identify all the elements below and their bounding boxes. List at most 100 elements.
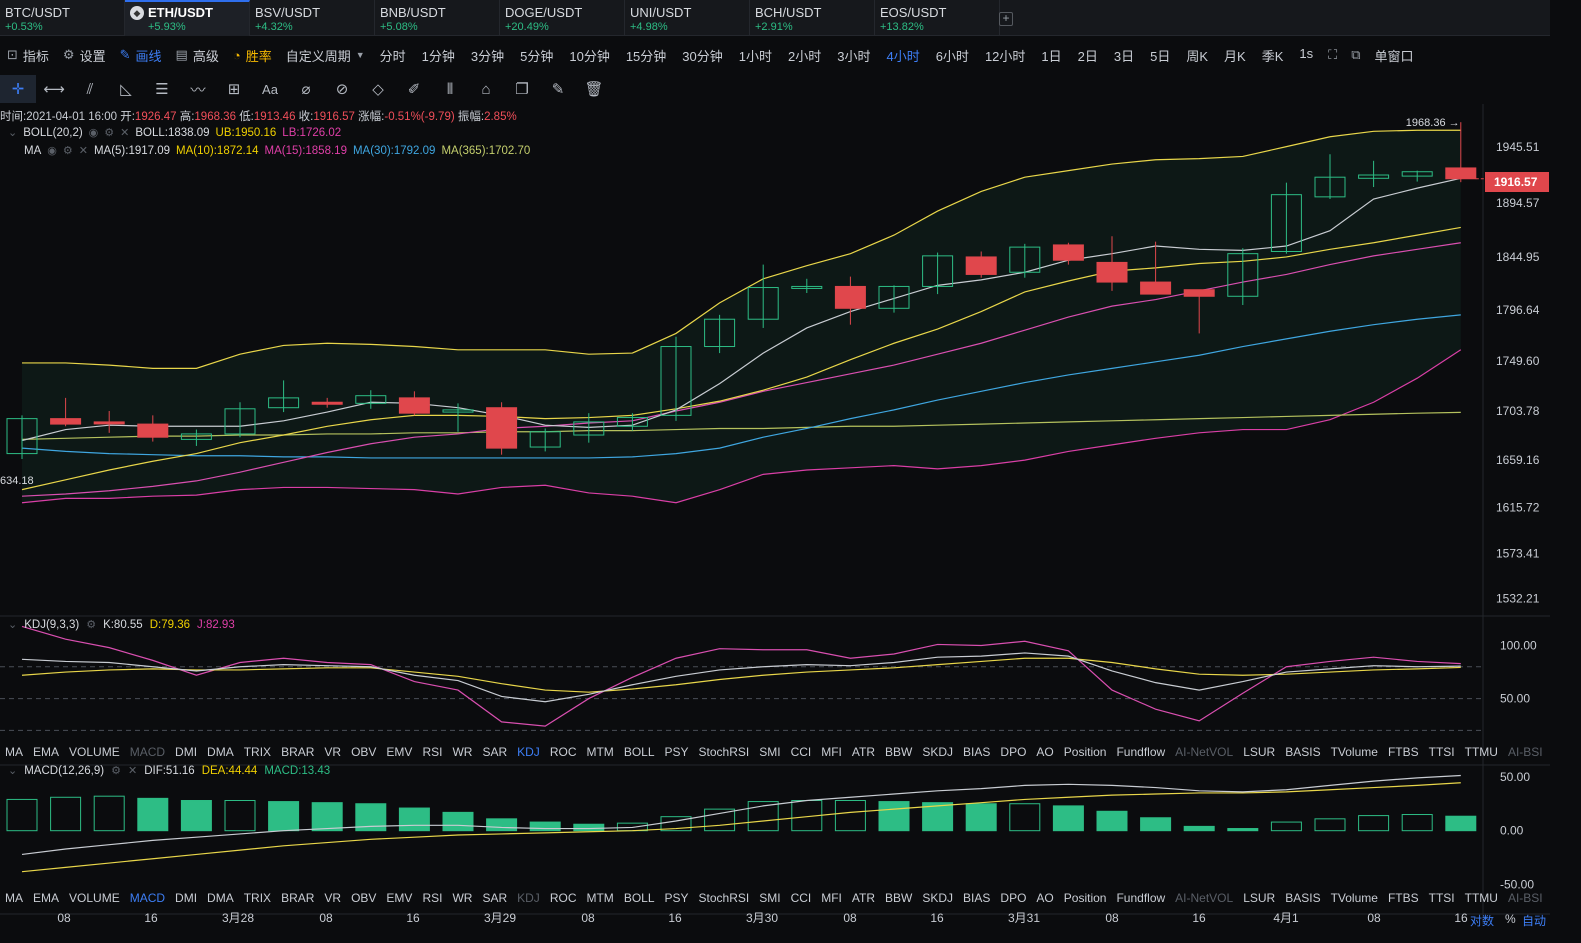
price-chart[interactable]: 1945.51 1894.57 1844.95 1796.64 1749.60 1703.… [0, 104, 1550, 943]
indicator-tab-wr[interactable]: WR [447, 891, 477, 905]
indicator-tab-atr[interactable]: ATR [847, 891, 880, 905]
period-16[interactable]: 5日 [1142, 46, 1178, 65]
indicator-tab-dmi[interactable]: DMI [170, 745, 202, 759]
indicator-tab-smi[interactable]: SMI [754, 891, 785, 905]
indicator-tab-ao[interactable]: AO [1031, 745, 1058, 759]
indicator-tab-ttsi[interactable]: TTSI [1424, 745, 1460, 759]
period-9[interactable]: 3小时 [829, 46, 878, 65]
indicator-tab-ema[interactable]: EMA [28, 891, 64, 905]
settings-icon[interactable]: ⚙ [63, 144, 73, 157]
single-window-dropdown[interactable]: 单窗口 [1368, 38, 1421, 72]
indicator-tab-cci[interactable]: CCI [786, 891, 817, 905]
indicator-tab-roc[interactable]: ROC [545, 745, 582, 759]
indicator-tab-boll[interactable]: BOLL [619, 745, 660, 759]
indicator-tab-position[interactable]: Position [1059, 745, 1112, 759]
indicator-tab-psy[interactable]: PSY [660, 891, 694, 905]
period-12[interactable]: 12小时 [977, 46, 1033, 65]
percent-scale-toggle[interactable]: % [1505, 912, 1516, 926]
period-5[interactable]: 15分钟 [618, 46, 674, 65]
indicator-tab-volume[interactable]: VOLUME [64, 891, 125, 905]
custom-period-dropdown[interactable]: 自定义周期 ▼ [279, 38, 372, 72]
ticker-tab-eth[interactable]: ◆ ETH/USDT +5.93% [125, 0, 250, 36]
indicator-tab-ma[interactable]: MA [0, 891, 28, 905]
indicator-tab-skdj[interactable]: SKDJ [917, 891, 958, 905]
draw-button[interactable]: ✎ 画线 [113, 38, 169, 72]
close-icon[interactable]: ✕ [128, 764, 137, 777]
candles-icon[interactable]: ⫴ [432, 75, 468, 103]
indicator-tab-ftbs[interactable]: FTBS [1383, 745, 1424, 759]
indicators-button[interactable]: ⊡ 指标 [0, 38, 56, 72]
period-2[interactable]: 3分钟 [463, 46, 512, 65]
indicator-tab-stochrsi[interactable]: StochRSI [694, 891, 755, 905]
indicator-tab-ai-netvol[interactable]: AI-NetVOL [1170, 891, 1238, 905]
period-7[interactable]: 1小时 [731, 46, 780, 65]
period-13[interactable]: 1日 [1033, 46, 1069, 65]
winrate-button[interactable]: ◔ 胜率 [226, 38, 279, 72]
indicator-tab-fundflow[interactable]: Fundflow [1111, 891, 1170, 905]
indicator-tab-psy[interactable]: PSY [660, 745, 694, 759]
period-14[interactable]: 2日 [1070, 46, 1106, 65]
hide-drawings-icon[interactable]: ⊘ [324, 75, 360, 103]
indicator-tab-trix[interactable]: TRIX [239, 891, 276, 905]
brush-icon[interactable]: ⌀ [288, 75, 324, 103]
settings-icon[interactable]: ⚙ [111, 764, 121, 777]
horizontal-line-icon[interactable]: ⟷ [36, 75, 72, 103]
indicator-tab-atr[interactable]: ATR [847, 745, 880, 759]
indicator-tab-bbw[interactable]: BBW [880, 891, 917, 905]
indicator-tab-volume[interactable]: VOLUME [64, 745, 125, 759]
indicator-tab-dma[interactable]: DMA [202, 891, 239, 905]
crosshair-icon[interactable]: ✛ [0, 75, 36, 103]
parallel-lines-icon[interactable]: ☰ [144, 75, 180, 103]
indicator-tab-dma[interactable]: DMA [202, 745, 239, 759]
indicator-tab-brar[interactable]: BRAR [276, 891, 319, 905]
indicator-tab-vr[interactable]: VR [319, 745, 346, 759]
indicator-tab-ai-bsi[interactable]: AI-BSI [1503, 745, 1548, 759]
period-17[interactable]: 周K [1178, 46, 1216, 65]
indicator-tab-basis[interactable]: BASIS [1280, 745, 1325, 759]
fullscreen-button[interactable]: ⛶ [1321, 38, 1344, 72]
indicator-tab-bias[interactable]: BIAS [958, 891, 995, 905]
settings-button[interactable]: ⚙ 设置 [56, 38, 113, 72]
eye-icon[interactable]: ◉ [89, 126, 99, 139]
indicator-tab-kdj[interactable]: KDJ [512, 745, 545, 759]
indicator-tab-stochrsi[interactable]: StochRSI [694, 745, 755, 759]
indicator-tab-emv[interactable]: EMV [381, 745, 417, 759]
indicator-tab-ttmu[interactable]: TTMU [1460, 745, 1503, 759]
eye-icon[interactable]: ◉ [47, 144, 57, 157]
period-20[interactable]: 1s [1291, 46, 1321, 65]
indicator-tab-tvolume[interactable]: TVolume [1326, 891, 1383, 905]
wave-icon[interactable]: 〰 [180, 75, 216, 103]
indicator-tab-mtm[interactable]: MTM [581, 745, 618, 759]
indicator-tab-emv[interactable]: EMV [381, 891, 417, 905]
close-icon[interactable]: ✕ [120, 126, 129, 139]
advanced-button[interactable]: ▤ 高级 [169, 38, 226, 72]
edit-icon[interactable]: ✎ [540, 75, 576, 103]
add-tab-icon[interactable]: + [999, 12, 1013, 26]
indicator-tab-lsur[interactable]: LSUR [1238, 745, 1280, 759]
auto-scale-toggle[interactable]: 自动 [1522, 912, 1546, 929]
indicator-tab-mtm[interactable]: MTM [581, 891, 618, 905]
indicator-tab-sar[interactable]: SAR [477, 891, 512, 905]
indicator-tab-sar[interactable]: SAR [477, 745, 512, 759]
indicator-tab-brar[interactable]: BRAR [276, 745, 319, 759]
indicator-tab-mfi[interactable]: MFI [816, 891, 847, 905]
indicator-tab-ttsi[interactable]: TTSI [1424, 891, 1460, 905]
period-4[interactable]: 10分钟 [561, 46, 617, 65]
period-1[interactable]: 1分钟 [414, 46, 463, 65]
ticker-tab-bsv[interactable]: BSV/USDT +4.32% [250, 0, 375, 36]
indicator-tab-bbw[interactable]: BBW [880, 745, 917, 759]
period-15[interactable]: 3日 [1106, 46, 1142, 65]
indicator-tab-wr[interactable]: WR [447, 745, 477, 759]
copy-icon[interactable]: ❐ [504, 75, 540, 103]
indicator-tab-mfi[interactable]: MFI [816, 745, 847, 759]
indicator-tab-vr[interactable]: VR [319, 891, 346, 905]
indicator-tab-macd[interactable]: MACD [125, 891, 170, 905]
ticker-tab-bnb[interactable]: BNB/USDT +5.08% [375, 0, 500, 36]
indicator-tab-dpo[interactable]: DPO [995, 891, 1031, 905]
indicator-tab-rsi[interactable]: RSI [417, 891, 447, 905]
ticker-tab-bch[interactable]: BCH/USDT +2.91% [750, 0, 875, 36]
collapse-icon[interactable]: ⌄ [8, 618, 17, 631]
settings-icon[interactable]: ⚙ [104, 126, 114, 139]
magnet-icon[interactable]: ◇ [360, 75, 396, 103]
indicator-tab-dmi[interactable]: DMI [170, 891, 202, 905]
